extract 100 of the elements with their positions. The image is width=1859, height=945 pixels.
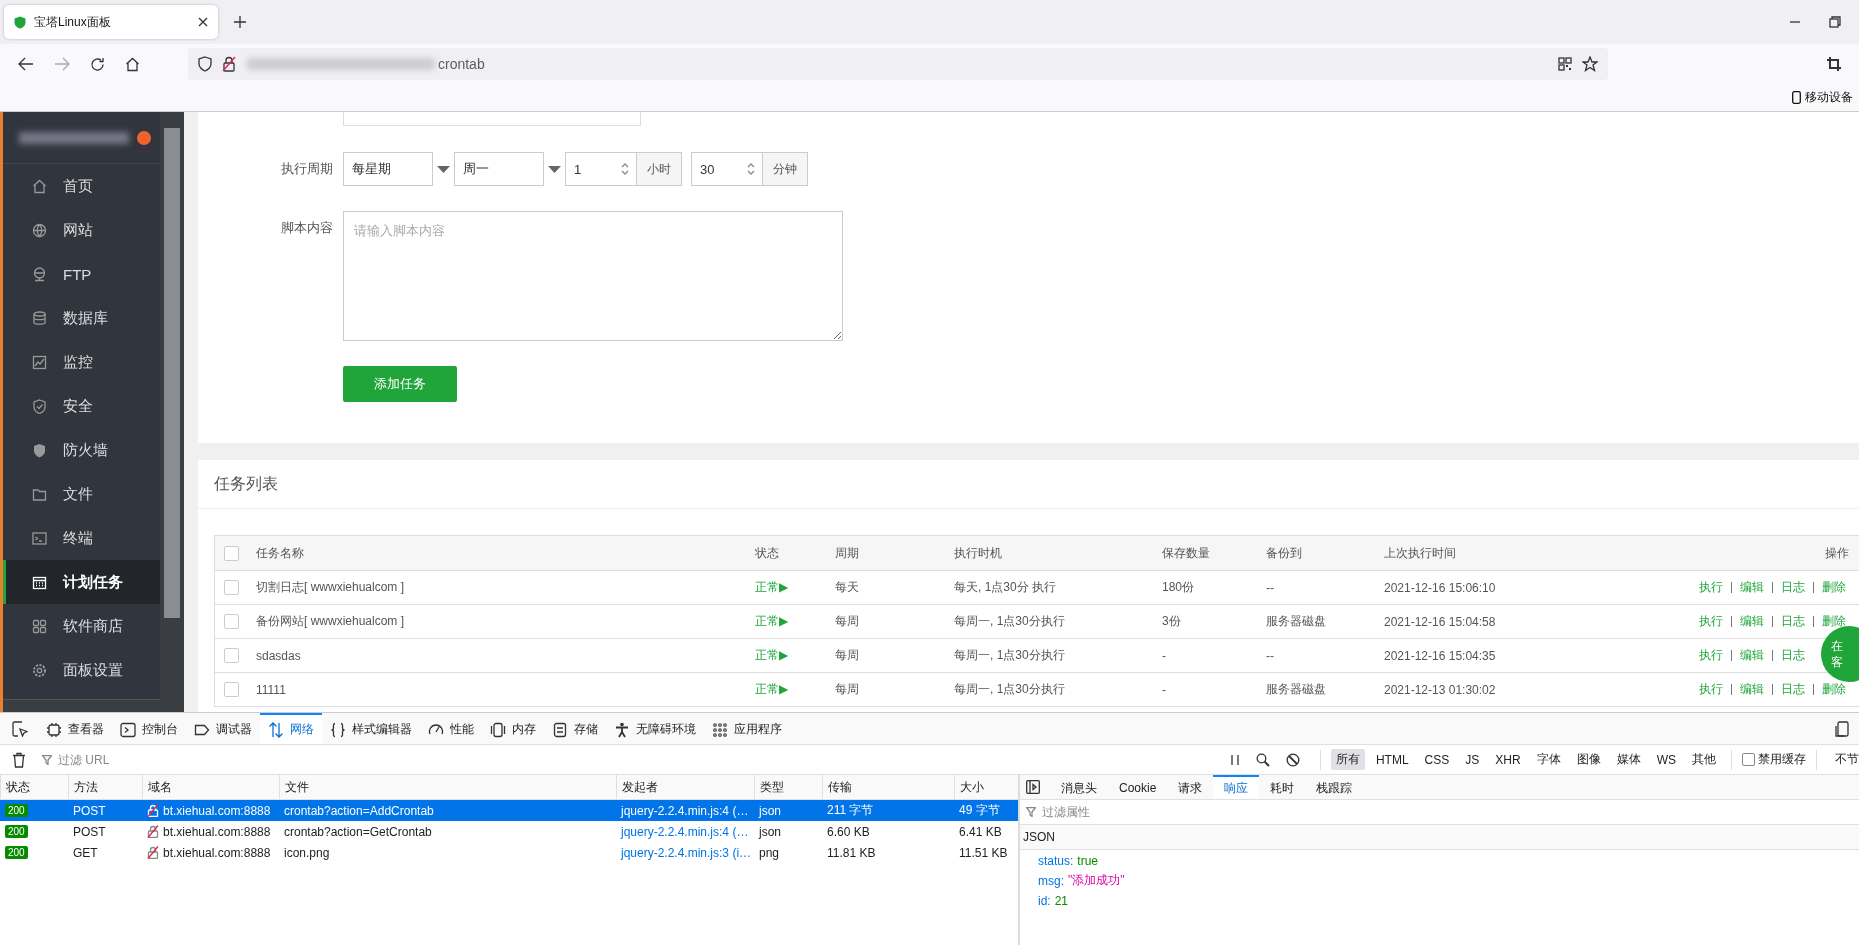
sidebar-item[interactable]: 网站 xyxy=(3,208,160,252)
crop-icon[interactable] xyxy=(1827,57,1841,71)
dropdown[interactable]: 每星期 xyxy=(343,152,433,186)
initiator-link[interactable]: jquery-2.2.4.min.js:3 (i… xyxy=(621,845,752,860)
checkbox[interactable] xyxy=(224,614,239,629)
block-icon[interactable] xyxy=(1285,752,1300,767)
sidebar-item[interactable]: 面板设置 xyxy=(3,648,160,692)
initiator-link[interactable]: jquery-2.2.4.min.js:4 (… xyxy=(621,824,749,839)
devtools-tab[interactable]: 查看器 xyxy=(38,713,112,744)
url-text: crontab xyxy=(438,56,485,72)
sidebar-item[interactable]: 计划任务 xyxy=(3,560,160,604)
checkbox[interactable] xyxy=(224,545,239,561)
throttle-dropdown[interactable]: 不节 xyxy=(1827,751,1859,768)
table-cell-text: crontab?action=GetCrontab xyxy=(283,823,433,841)
devtools-tab[interactable]: 应用程序 xyxy=(704,713,790,744)
qr-code-icon[interactable] xyxy=(1558,57,1572,71)
column-header[interactable]: 方法 xyxy=(68,775,142,799)
panel-tab[interactable]: 耗时 xyxy=(1259,775,1306,799)
checkbox-label[interactable]: 禁用缓存 xyxy=(1742,751,1806,768)
sidebar-item[interactable]: 终端 xyxy=(3,516,160,560)
column-header[interactable]: 大小 xyxy=(954,775,1018,799)
sidebar-item[interactable]: 数据库 xyxy=(3,296,160,340)
new-tab-icon[interactable] xyxy=(234,16,246,28)
storage-icon xyxy=(552,721,568,738)
table-cell-text: - xyxy=(1162,682,1167,697)
close-icon[interactable] xyxy=(198,17,208,27)
scrollbar[interactable] xyxy=(160,112,184,712)
column-header[interactable]: 传输 xyxy=(822,775,954,799)
back-icon[interactable] xyxy=(18,57,34,71)
filter-button[interactable]: XHR xyxy=(1490,750,1526,769)
column-header: 保存数量 xyxy=(1162,544,1211,562)
restore-icon[interactable] xyxy=(1829,16,1841,28)
devtools-tab[interactable]: 无障碍环境 xyxy=(606,713,704,744)
sidebar-item[interactable]: 安全 xyxy=(3,384,160,428)
panel-tab[interactable]: 消息头 xyxy=(1050,775,1108,799)
star-icon[interactable] xyxy=(1582,56,1598,72)
devtools-tab[interactable]: 存储 xyxy=(544,713,606,744)
devtools-tab[interactable]: 样式编辑器 xyxy=(322,713,420,744)
sidebar-item[interactable]: 防火墙 xyxy=(3,428,160,472)
checkbox[interactable] xyxy=(224,580,239,595)
request-row[interactable]: 200 POST bt.xiehual.com:8888 crontab?action=GetCrontab jquery-2.2.4.min.js:4 (… json 6.60 KB 6.41 KB xyxy=(0,821,1018,842)
checkbox[interactable] xyxy=(1742,753,1755,766)
responsive-mode-button[interactable]: 移动设备 xyxy=(1792,89,1853,106)
sidebar-item[interactable]: 文件 xyxy=(3,472,160,516)
filter-field[interactable]: 过滤 URL xyxy=(56,751,260,768)
scrollbar[interactable] xyxy=(3,699,160,712)
devtools-tab[interactable]: 性能 xyxy=(420,713,482,744)
column-header: 任务名称 xyxy=(256,544,305,562)
element-picker-icon[interactable] xyxy=(12,720,28,737)
column-header[interactable]: 类型 xyxy=(754,775,822,799)
filter-button[interactable]: 字体 xyxy=(1531,749,1566,770)
sidebar-item[interactable]: 软件商店 xyxy=(3,604,160,648)
panel-tab[interactable]: 响应 xyxy=(1213,775,1260,799)
dropdown[interactable]: 周一 xyxy=(454,152,544,186)
filter-button[interactable]: CSS xyxy=(1419,750,1455,769)
column-header[interactable]: 状态 xyxy=(0,775,68,799)
devtools-tab[interactable]: 控制台 xyxy=(112,713,186,744)
script-textarea[interactable]: 请输入脚本内容 xyxy=(343,211,843,341)
filter-button[interactable]: 所有 xyxy=(1330,749,1365,770)
text-field[interactable] xyxy=(343,112,641,126)
home-icon[interactable] xyxy=(125,56,140,72)
devtools-tab[interactable]: 内存 xyxy=(482,713,544,744)
filter-button[interactable]: 媒体 xyxy=(1611,749,1646,770)
search-icon[interactable] xyxy=(1255,752,1270,767)
request-row[interactable]: 200 POST bt.xiehual.com:8888 crontab?action=AddCrontab jquery-2.2.4.min.js:4 (… json 211 字节 49 字节 xyxy=(0,800,1018,821)
column-header[interactable]: 文件 xyxy=(279,775,616,799)
filter-button[interactable]: 其他 xyxy=(1687,749,1721,770)
checkbox[interactable] xyxy=(224,648,239,663)
initiator-link[interactable]: jquery-2.2.4.min.js:4 (… xyxy=(621,803,749,818)
checkbox[interactable] xyxy=(224,682,239,697)
panel-toggle-icon[interactable] xyxy=(1026,780,1040,794)
browser-tab[interactable]: 宝塔Linux面板 xyxy=(4,5,218,39)
reload-icon[interactable] xyxy=(90,56,105,72)
filter-field[interactable]: 过滤属性 xyxy=(1040,804,1244,820)
table-cell-text: 每周一, 1点30分执行 xyxy=(954,647,1066,664)
status-dot xyxy=(137,130,151,145)
dock-icon[interactable] xyxy=(1835,720,1849,737)
pause-icon[interactable] xyxy=(1229,753,1240,766)
sidebar-item[interactable]: FTP xyxy=(3,252,160,296)
trash-icon[interactable] xyxy=(12,751,26,768)
table-cell-text: 每周一, 1点30分执行 xyxy=(954,681,1066,698)
table-cell: bt.xiehual.com:8888 xyxy=(163,824,271,839)
filter-button[interactable]: JS xyxy=(1460,750,1485,769)
address-bar[interactable]: crontab xyxy=(188,48,1608,80)
grid-icon xyxy=(32,618,47,634)
table-cell: bt.xiehual.com:8888 xyxy=(163,803,271,818)
filter-button[interactable]: WS xyxy=(1651,750,1681,769)
devtools-tab[interactable]: 网络 xyxy=(260,713,322,744)
column-header[interactable]: 域名 xyxy=(142,775,279,799)
filter-button[interactable]: HTML xyxy=(1370,750,1414,769)
filter-button[interactable]: 图像 xyxy=(1571,749,1606,770)
status-text: 正常▶ xyxy=(755,613,790,630)
panel-tab[interactable]: 请求 xyxy=(1167,775,1214,799)
panel-tab[interactable]: Cookie xyxy=(1108,775,1168,799)
sidebar-item[interactable]: 首页 xyxy=(3,164,160,208)
request-row[interactable]: 200 GET bt.xiehual.com:8888 icon.png jquery-2.2.4.min.js:3 (i… png 11.81 KB 11.51 KB xyxy=(0,842,1018,863)
sidebar-item[interactable]: 监控 xyxy=(3,340,160,384)
panel-tab[interactable]: 栈跟踪 xyxy=(1305,775,1364,799)
column-header[interactable]: 发起者 xyxy=(616,775,754,799)
devtools-tab[interactable]: 调试器 xyxy=(186,713,260,744)
